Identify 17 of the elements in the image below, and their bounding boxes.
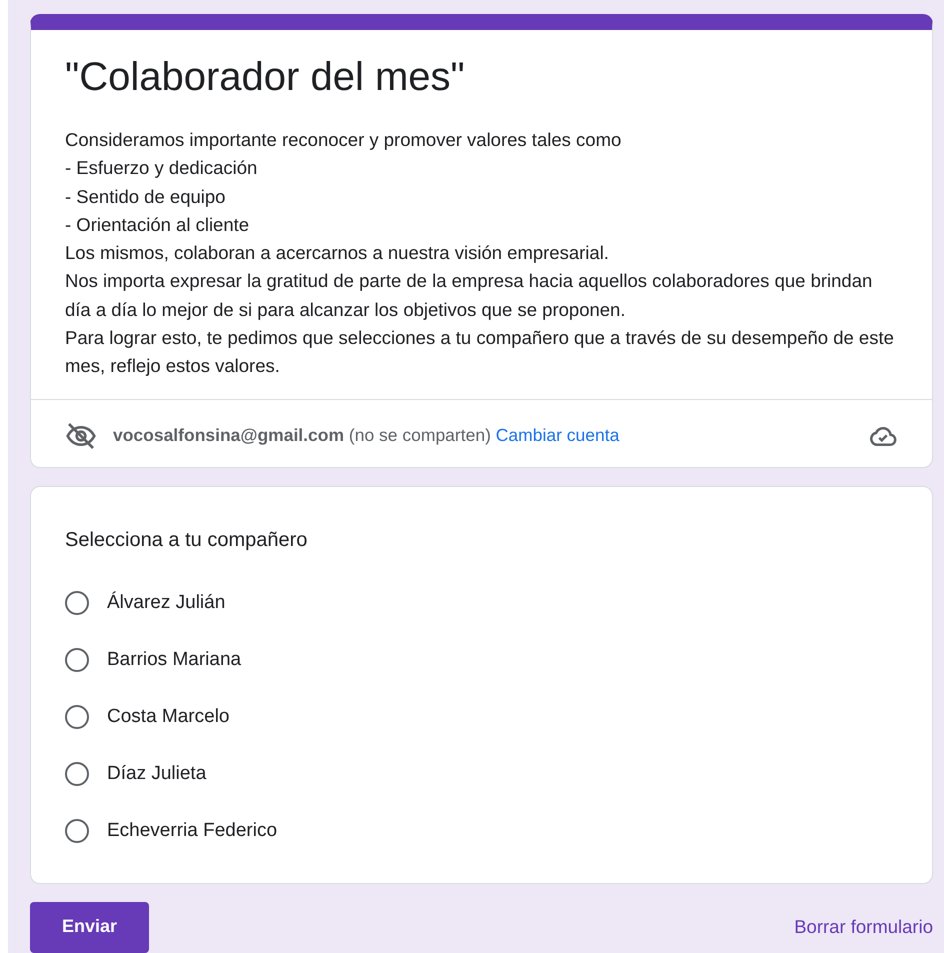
switch-account-link[interactable]: Cambiar cuenta [496,425,620,446]
radio-button[interactable] [65,591,89,616]
question-title: Selecciona a tu compañero [65,528,308,553]
submit-button[interactable]: Enviar [30,902,150,953]
clear-form-link[interactable]: Borrar formulario [794,916,933,938]
option-label: Costa Marcelo [107,706,230,728]
option-label: Barrios Mariana [107,649,242,672]
radio-button[interactable] [65,819,89,844]
option-label: Echeverria Federico [107,820,278,842]
option-label: Álvarez Julián [107,592,226,614]
option-label: Díaz Julieta [107,763,206,786]
radio-button[interactable] [65,705,89,730]
form-title: "Colaborador del mes" [65,54,466,101]
form-description: Consideramos importante reconocer y promover valores tales como - Esfuerzo y dedicación - Sentido de equipo - Orientación al cliente Los mismos, colaboran a acercarnos a nuestra visión empresarial. Nos importa expresar la gratitud de parte de la empresa hacia aquellos colaboradores que brindan día a día lo mejor de si para alcanzar los objetivos que se proponen. Para lograr esto, te pedimos que selecciones a tu compañero que a través de su desempeño de este mes, reflejo estos valores. [65,128,895,378]
radio-button[interactable] [65,648,89,672]
account-info: vocosalfonsina@gmail.com (no se comparten) Cambiar cuenta [113,425,620,446]
radio-button[interactable] [65,762,89,786]
